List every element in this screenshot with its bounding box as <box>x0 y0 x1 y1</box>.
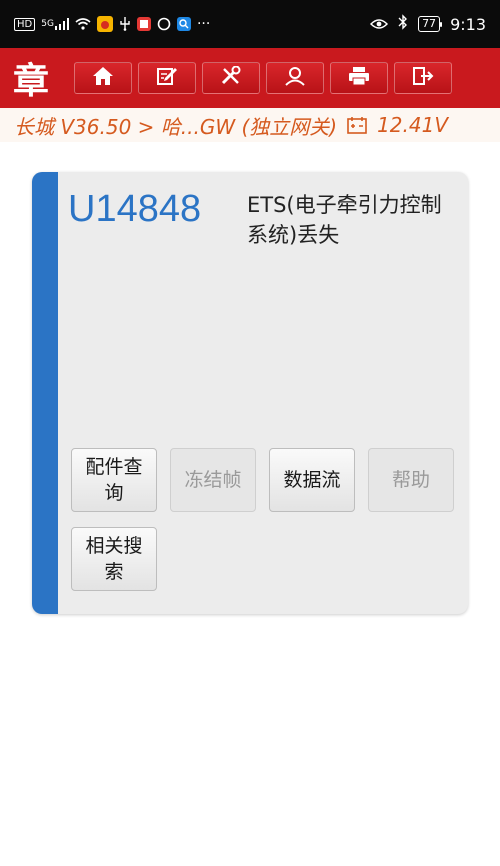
parts-query-button[interactable]: 配件查询 <box>71 448 157 512</box>
home-button[interactable] <box>74 62 132 94</box>
usb-debug-icon <box>119 17 131 31</box>
breadcrumb-path: 长城 V36.50 > 哈...GW (独立网关) <box>14 114 338 139</box>
bluetooth-icon <box>398 14 408 34</box>
overflow-indicator: ··· <box>196 16 211 32</box>
hd-icon: HD <box>14 17 36 31</box>
user-button[interactable] <box>266 62 324 94</box>
user-icon <box>284 66 306 90</box>
dtc-description: ETS(电子牵引力控制系统)丢失 <box>247 193 442 247</box>
home-icon <box>92 66 114 90</box>
status-bar: HD 5G ··· 77 9:13 <box>0 0 500 48</box>
status-icons-right: 77 9:13 <box>370 14 486 34</box>
tools-button[interactable] <box>202 62 260 94</box>
voltage-value: 12.41V <box>377 113 449 137</box>
edit-icon <box>156 66 178 90</box>
breadcrumb: 长城 V36.50 > 哈...GW (独立网关) 12.41V <box>0 108 500 142</box>
dtc-code: U14848 <box>68 188 202 230</box>
status-icons-left: HD 5G ··· <box>14 16 210 32</box>
red-app-icon <box>136 17 151 31</box>
battery-voltage-icon <box>347 115 367 135</box>
card-accent-stripe <box>32 172 58 614</box>
dtc-card: U14848 ETS(电子牵引力控制系统)丢失 配件查询 冻结帧 数据流 帮助 … <box>32 172 468 614</box>
print-icon <box>348 66 370 90</box>
print-button[interactable] <box>330 62 388 94</box>
weibo-icon <box>96 16 113 32</box>
eye-icon <box>370 15 389 34</box>
app-logo: 章 <box>12 60 49 102</box>
app-toolbar: 章 <box>0 48 500 108</box>
wifi-icon <box>75 18 91 30</box>
tools-icon <box>220 65 242 90</box>
help-button[interactable]: 帮助 <box>368 448 454 512</box>
circle-app-icon <box>157 17 171 31</box>
signal-5g-icon: 5G <box>41 18 69 30</box>
exit-button[interactable] <box>394 62 452 94</box>
freeze-frame-button[interactable]: 冻结帧 <box>170 448 256 512</box>
battery-indicator: 77 <box>418 16 443 32</box>
data-stream-button[interactable]: 数据流 <box>269 448 355 512</box>
search-app-icon <box>176 17 191 31</box>
toolbar-buttons <box>74 62 452 94</box>
clock: 9:13 <box>450 14 486 34</box>
related-search-button[interactable]: 相关搜索 <box>71 527 157 591</box>
exit-icon <box>412 66 434 90</box>
edit-button[interactable] <box>138 62 196 94</box>
